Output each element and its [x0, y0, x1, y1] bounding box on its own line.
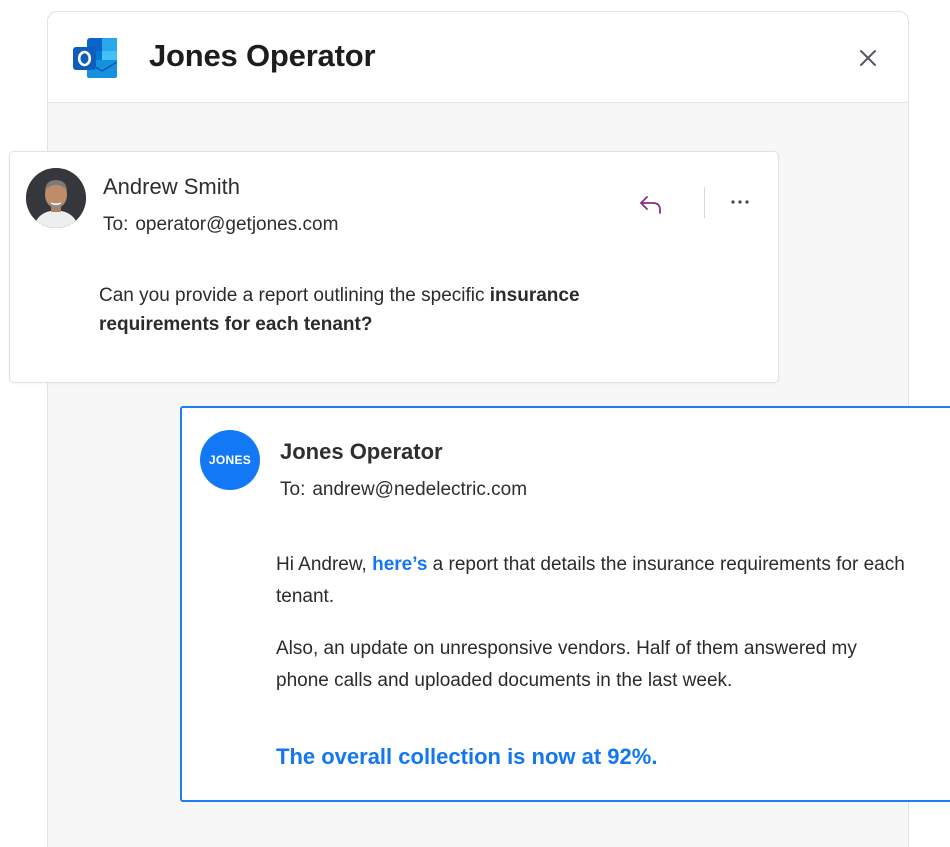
stage: Jones Operator Andrew Smith To: operator… [0, 0, 950, 847]
reply-paragraph-1: Hi Andrew, here’s a report that details … [276, 549, 906, 613]
reply-sender-name: Jones Operator [280, 439, 443, 464]
to-label: To: [103, 214, 129, 235]
message-body: Can you provide a report outlining the s… [99, 281, 659, 339]
reply-icon[interactable] [638, 194, 664, 216]
recipient-line: To: operator@getjones.com [103, 214, 338, 236]
avatar [26, 168, 86, 228]
reply-body: Hi Andrew, here’s a report that details … [276, 549, 906, 717]
sender-name: Andrew Smith [103, 174, 240, 199]
reply-paragraph-2: Also, an update on unresponsive vendors.… [276, 638, 857, 691]
jones-avatar: JONES [200, 430, 260, 490]
reply-recipient-address: andrew@nedelectric.com [312, 479, 528, 500]
toolbar-divider [704, 187, 705, 218]
reply-recipient-line: To: andrew@nedelectric.com [280, 479, 527, 501]
reply-email-card[interactable]: JONES Jones Operator To: andrew@nedelectr… [180, 406, 950, 802]
message-text: Can you provide a report outlining the s… [99, 285, 490, 306]
reply-to-label: To: [280, 479, 306, 500]
panel-title: Jones Operator [149, 38, 376, 73]
report-link[interactable]: here’s [372, 554, 427, 575]
incoming-email-card[interactable]: Andrew Smith To: operator@getjones.com Ca… [9, 151, 779, 383]
more-icon[interactable] [728, 190, 752, 214]
reply-greeting: Hi Andrew, [276, 554, 373, 575]
outlook-icon [71, 36, 119, 80]
recipient-address: operator@getjones.com [135, 214, 339, 235]
close-icon[interactable] [856, 46, 880, 70]
panel-header: Jones Operator [48, 12, 908, 103]
collection-highlight: The overall collection is now at 92%. [276, 744, 658, 769]
